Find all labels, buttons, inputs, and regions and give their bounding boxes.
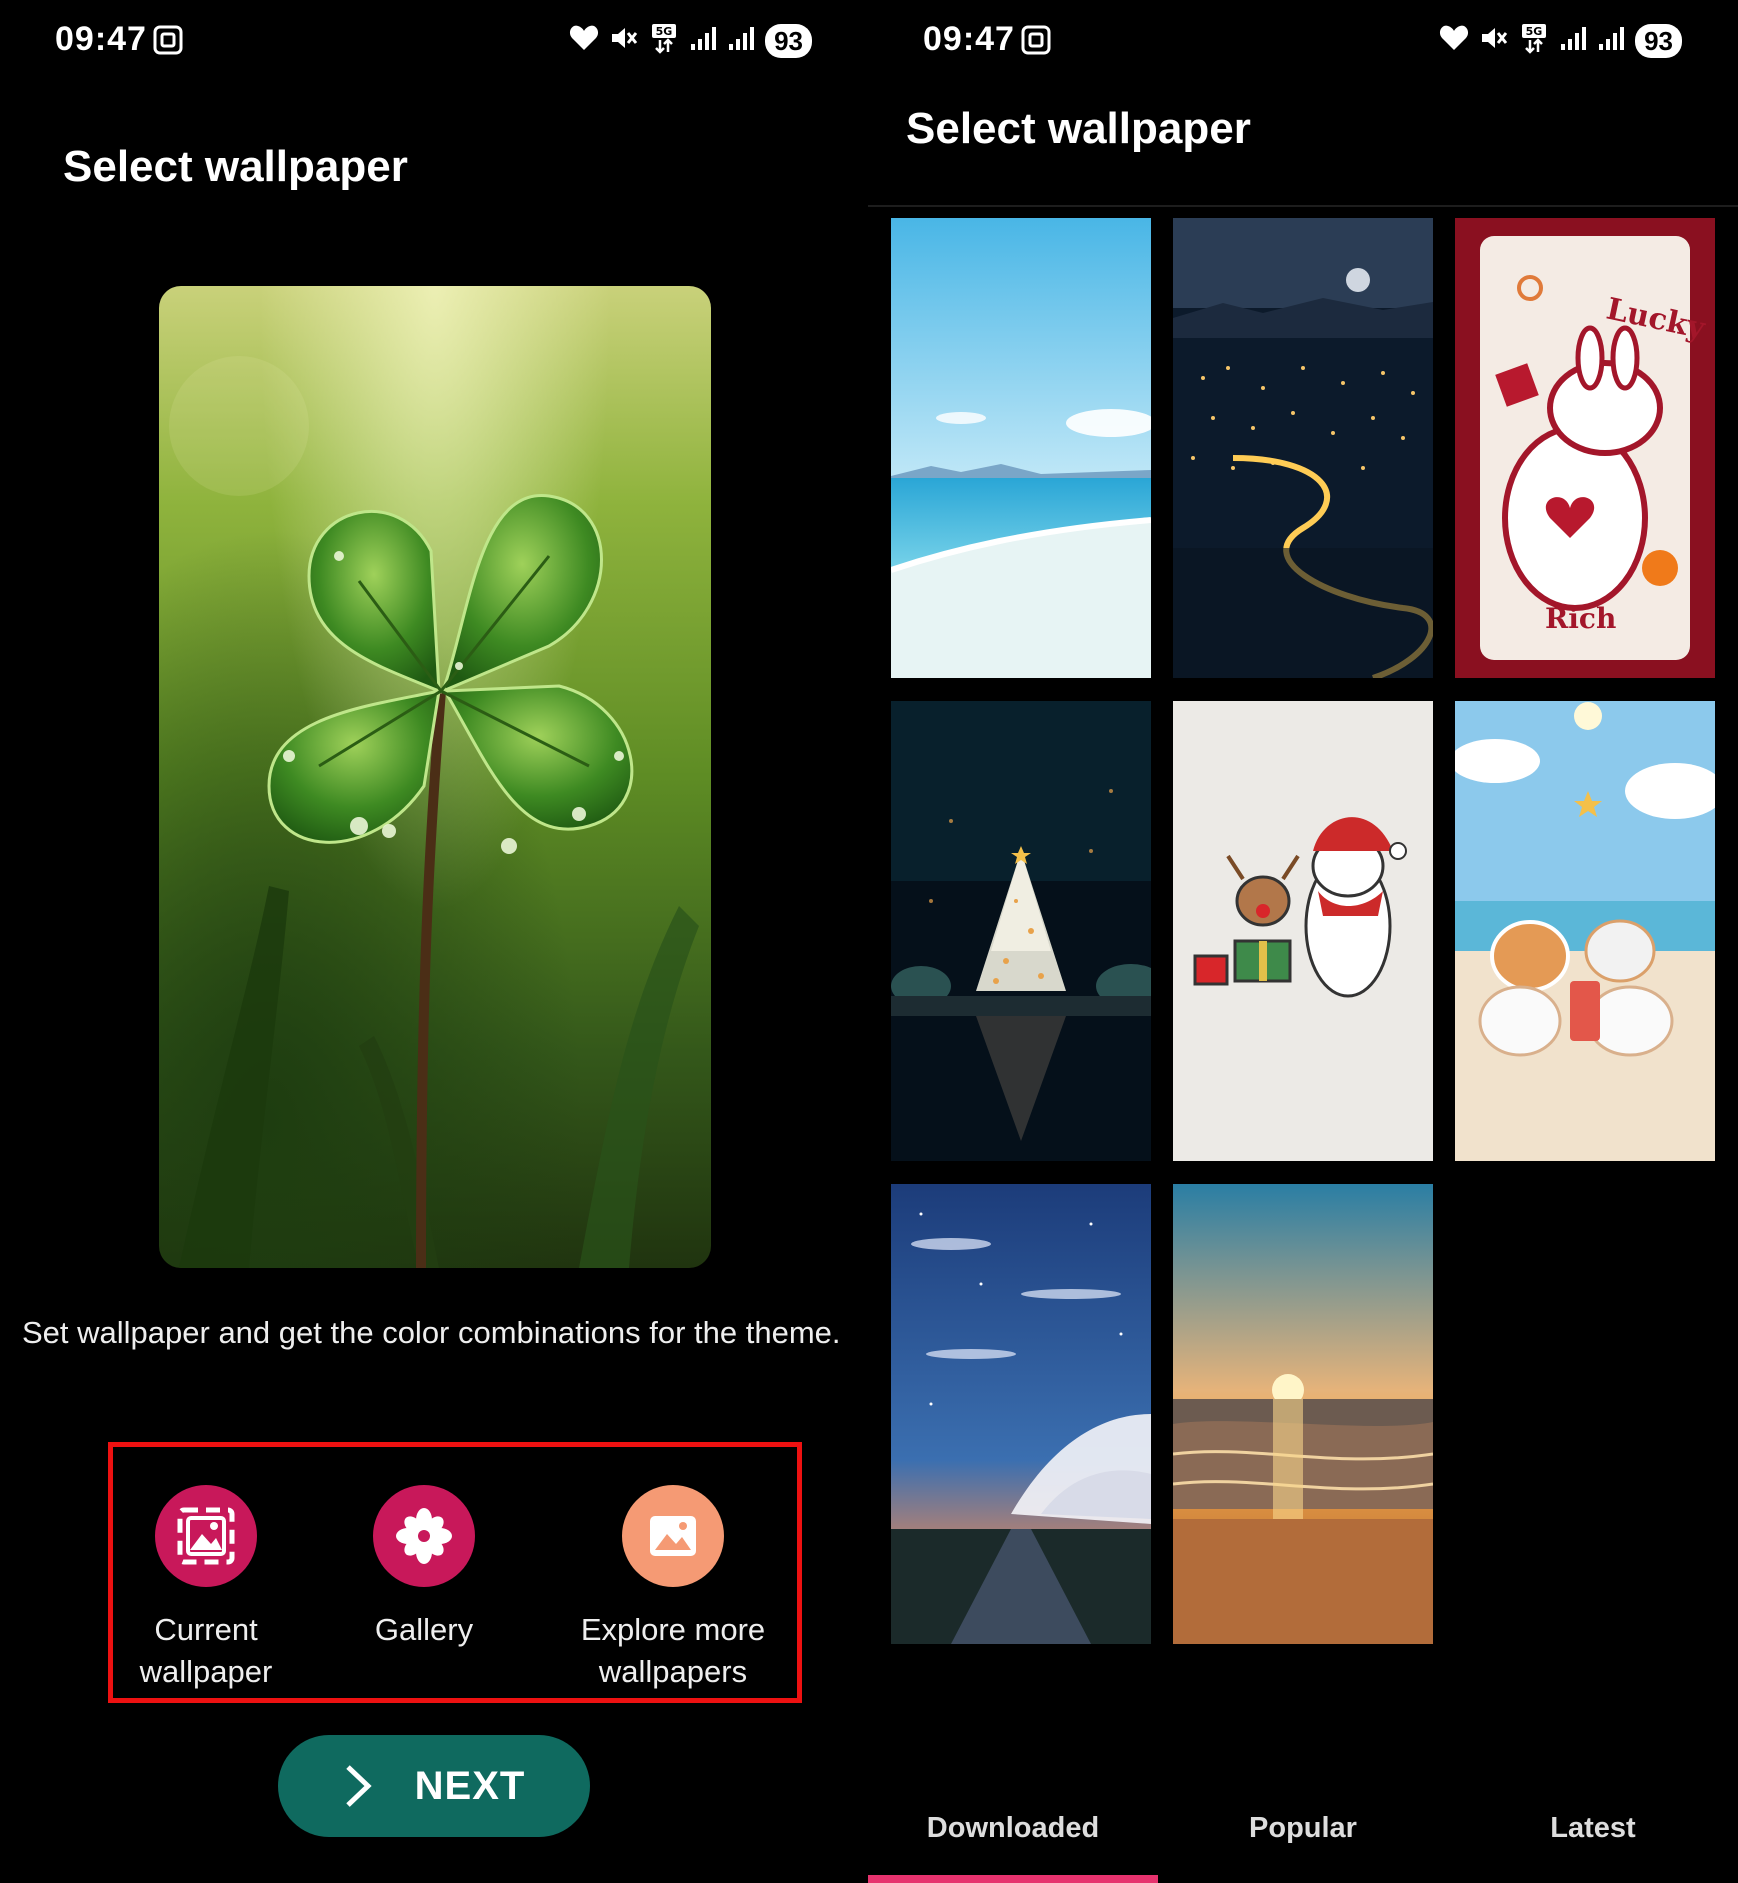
mute-icon [609,24,639,57]
signal-2-icon [727,24,755,57]
wallpaper-thumb-reindeer-penguin[interactable] [1173,701,1433,1161]
wallpaper-thumb-ocean-beach[interactable] [891,218,1151,678]
heart-icon [569,24,599,57]
four-leaf-clover-image [169,356,699,1268]
5g-icon: 5G [1519,22,1549,59]
heart-icon [1439,24,1469,57]
current-wallpaper-icon [155,1485,257,1587]
svg-text:5G: 5G [1526,25,1543,38]
wallpaper-preview[interactable] [159,286,711,1268]
active-tab-indicator [868,1875,1158,1883]
status-time: 09:47 [923,20,1015,58]
wallpaper-thumb-christmas-tree-lake[interactable] [891,701,1151,1161]
status-icons: 5G 93 [1439,22,1682,59]
status-icons: 5G 93 [569,22,812,59]
description-text: Set wallpaper and get the color combinat… [22,1315,841,1350]
status-time: 09:47 [55,20,147,58]
5g-icon: 5G [649,22,679,59]
wallpaper-thumb-starry-road[interactable] [891,1184,1151,1644]
left-screen: 09:47 5G 93 Select wallpaper Set wallpap… [0,0,868,1883]
screenshot-icon [152,24,184,61]
tab-popular[interactable]: Popular [1158,1812,1448,1845]
option-label: Explore more wallpapers [580,1612,766,1689]
explore-image-icon [622,1485,724,1587]
wallpaper-thumb-night-city-lights[interactable] [1173,218,1433,678]
wallpaper-source-options: Current wallpaper Gallery Explore more w… [108,1442,802,1703]
mute-icon [1479,24,1509,57]
chevron-right-icon [345,1765,372,1807]
screenshot-icon [1020,24,1052,61]
wallpaper-thumb-sunset-sea[interactable] [1173,1184,1433,1644]
signal-1-icon [1559,24,1587,57]
option-current-wallpaper[interactable]: Current wallpaper [113,1485,299,1693]
option-label: Current wallpaper [139,1612,273,1689]
page-title: Select wallpaper [906,104,1251,153]
option-label: Gallery [374,1612,474,1647]
next-button-label: NEXT [414,1763,526,1808]
status-bar: 09:47 5G 93 [0,14,868,64]
wallpaper-thumb-lucky-rich-bunny[interactable]: Lucky Rich [1455,218,1715,678]
status-bar: 09:47 5G 93 [868,14,1738,64]
right-screen: 09:47 5G 93 Select wallpaper Lucky Rich … [868,0,1738,1883]
next-button[interactable]: NEXT [278,1735,590,1837]
signal-1-icon [689,24,717,57]
tab-downloaded[interactable]: Downloaded [868,1812,1158,1845]
page-title: Select wallpaper [63,142,408,191]
gallery-flower-icon [373,1485,475,1587]
option-gallery[interactable]: Gallery [349,1485,499,1651]
header-divider [868,205,1738,207]
svg-text:5G: 5G [656,25,673,38]
battery-level: 93 [765,23,812,58]
option-explore-more-wallpapers[interactable]: Explore more wallpapers [563,1485,783,1693]
signal-2-icon [1597,24,1625,57]
wallpaper-tabs: Downloaded Popular Latest [868,1800,1738,1883]
battery-level: 93 [1635,23,1682,58]
wallpaper-thumb-beach-dogs[interactable] [1455,701,1715,1161]
tab-latest[interactable]: Latest [1448,1812,1738,1845]
